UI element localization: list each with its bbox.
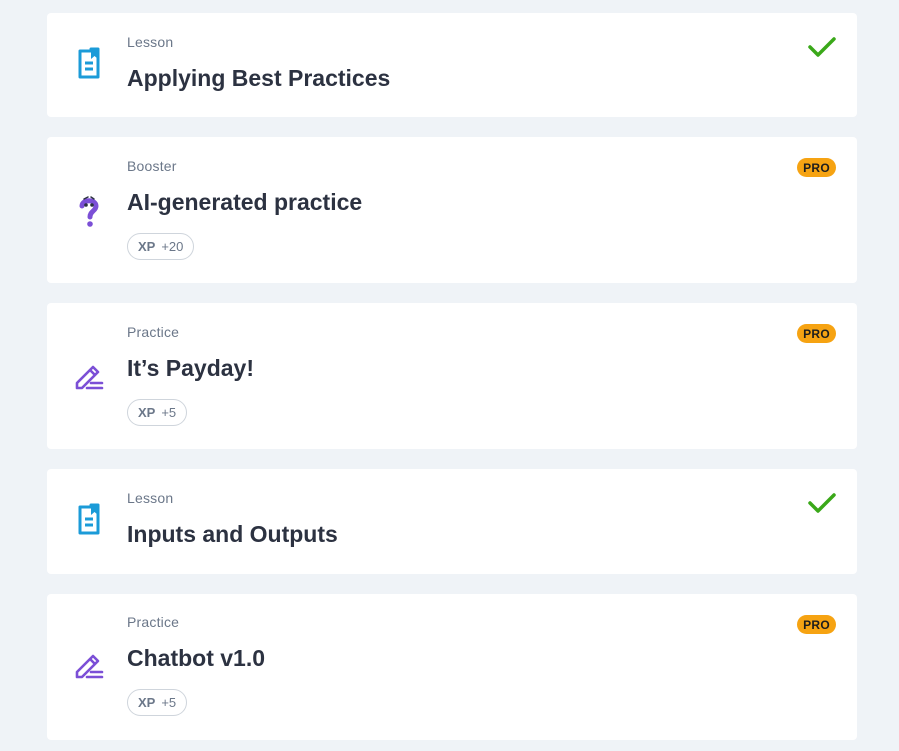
xp-badge: XP +20 [127, 233, 195, 260]
pro-badge: PRO [797, 324, 836, 343]
practice-card[interactable]: Practice It’s Payday! XP +5 PRO [47, 303, 857, 449]
xp-label: XP [138, 695, 156, 710]
pro-badge: PRO [797, 158, 836, 177]
checkmark-icon [807, 491, 837, 515]
pencil-icon [71, 648, 107, 684]
xp-badge: XP +5 [127, 689, 188, 716]
item-kind: Practice [127, 324, 180, 340]
xp-label: XP [138, 405, 156, 420]
item-title: Chatbot v1.0 [127, 645, 266, 671]
xp-label: XP [138, 239, 156, 254]
question-mark-icon [71, 193, 107, 229]
lesson-doc-icon [71, 46, 107, 82]
item-title: AI-generated practice [127, 189, 363, 215]
xp-badge: XP +5 [127, 399, 188, 426]
xp-value: +5 [161, 695, 177, 710]
item-kind: Lesson [127, 490, 174, 506]
item-title: Inputs and Outputs [127, 521, 338, 547]
practice-card[interactable]: Practice Chatbot v1.0 XP +5 PRO [47, 594, 857, 740]
item-title: Applying Best Practices [127, 65, 391, 91]
item-kind: Booster [127, 158, 177, 174]
lesson-doc-icon [71, 502, 107, 538]
item-kind: Practice [127, 614, 180, 630]
pencil-icon [71, 359, 107, 395]
xp-value: +5 [161, 405, 177, 420]
xp-value: +20 [161, 239, 184, 254]
lesson-card[interactable]: Lesson Inputs and Outputs [47, 469, 857, 574]
pro-badge: PRO [797, 615, 836, 634]
item-title: It’s Payday! [127, 355, 254, 381]
lesson-card[interactable]: Lesson Applying Best Practices [47, 13, 857, 117]
checkmark-icon [807, 35, 837, 59]
booster-card[interactable]: Booster AI-generated practice XP +20 PRO [47, 137, 857, 283]
item-kind: Lesson [127, 34, 174, 50]
